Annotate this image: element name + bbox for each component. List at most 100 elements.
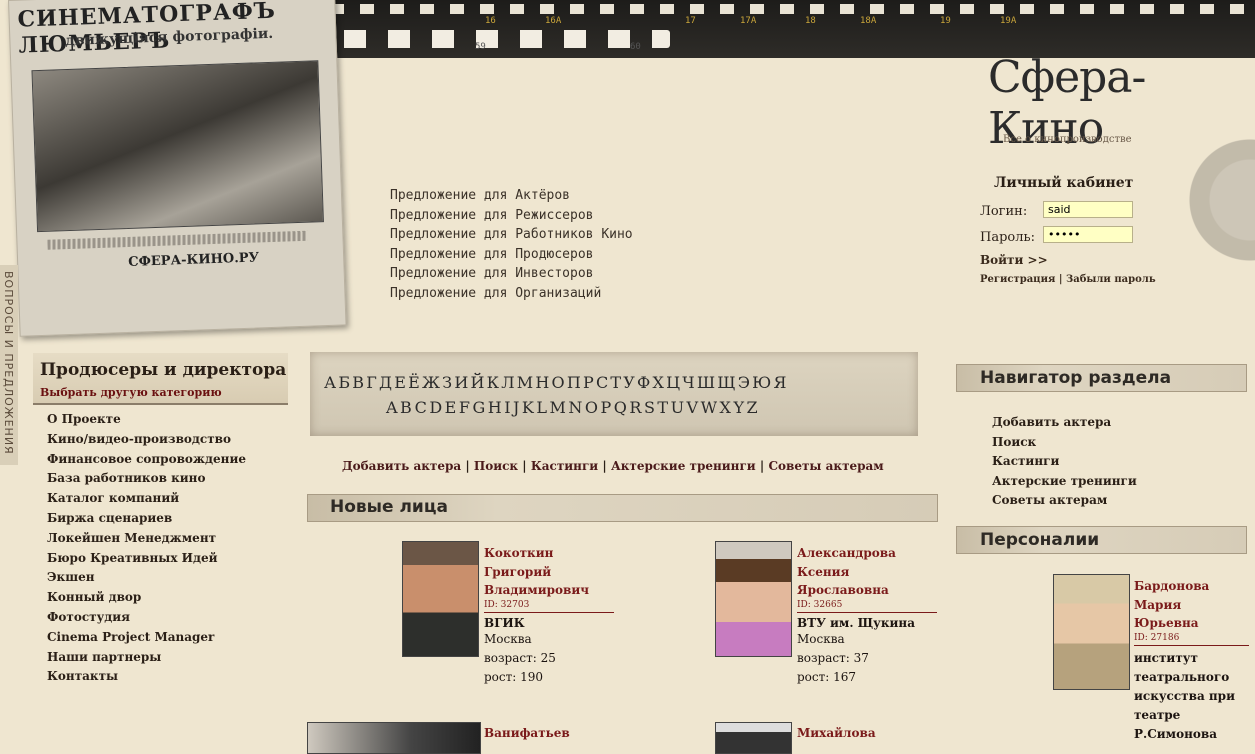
sub-nav-castings[interactable]: Кастинги — [531, 459, 598, 473]
left-menu-item[interactable]: Экшен — [47, 568, 246, 588]
offer-link-producers[interactable]: Предложение для Продюсеров — [390, 245, 633, 265]
actor-age: возраст: 37 — [797, 650, 869, 665]
site-tagline: Все о кинопроизводстве — [1003, 134, 1132, 145]
actor-id: ID: 32665 — [797, 600, 937, 613]
frame-number: 59 — [475, 42, 486, 52]
frame-number: 17A — [740, 16, 757, 26]
left-menu: О Проекте Кино/видео-производство Финанс… — [47, 410, 246, 687]
offers-list: Предложение для Актёров Предложение для … — [390, 186, 633, 303]
password-label: Пароль: — [980, 230, 1035, 245]
actor-name[interactable]: Ванифатьев — [484, 724, 570, 743]
left-menu-item[interactable]: Cinema Project Manager — [47, 628, 246, 648]
actor-height: рост: 167 — [797, 669, 857, 684]
actor-age: возраст: 25 — [484, 650, 556, 665]
actor-photo[interactable] — [307, 722, 481, 754]
sub-nav-search[interactable]: Поиск — [474, 459, 518, 473]
register-separator: | — [1055, 274, 1066, 285]
actor-card: Александрова Ксения Ярославовна ID: 32665 … — [797, 544, 937, 687]
actor-name[interactable]: Александрова Ксения Ярославовна — [797, 544, 937, 600]
navigator-item[interactable]: Кастинги — [992, 452, 1137, 472]
navigator-item[interactable]: Советы актерам — [992, 491, 1137, 511]
navigator-item[interactable]: Поиск — [992, 433, 1137, 453]
person-id: ID: 27186 — [1134, 633, 1249, 646]
film-perforations-top — [300, 4, 1255, 14]
person-card: Бардонова Мария Юрьевна ID: 27186 институт… — [1134, 577, 1249, 744]
login-label: Логин: — [980, 204, 1028, 219]
actor-id: ID: 32703 — [484, 600, 614, 613]
left-menu-item[interactable]: Финансовое сопровождение — [47, 450, 246, 470]
frame-number: 16 — [485, 16, 496, 26]
newspaper-text-line — [47, 230, 308, 250]
person-school: институт театрального искусства при театре Р… — [1134, 650, 1235, 741]
feedback-side-tab[interactable]: ВОПРОСЫ И ПРЕДЛОЖЕНИЯ — [0, 265, 18, 465]
sub-nav-separator: | — [518, 459, 531, 473]
left-menu-item[interactable]: База работников кино — [47, 469, 246, 489]
register-link[interactable]: Регистрация — [980, 274, 1055, 285]
person-photo[interactable] — [1053, 574, 1130, 690]
category-title: Продюсеры и директора — [40, 360, 287, 380]
train-photo — [31, 60, 324, 233]
frame-number: 16A — [545, 16, 562, 26]
sub-nav-separator: | — [755, 459, 769, 473]
frame-number: 17 — [685, 16, 696, 26]
sub-nav-trainings[interactable]: Актерские тренинги — [611, 459, 756, 473]
navigator-item[interactable]: Добавить актера — [992, 413, 1137, 433]
actor-school: ВГИК — [484, 615, 525, 630]
film-strip-decoration: 59 60 16 16A 17 17A 18 18A 19 19A — [300, 0, 1255, 58]
person-name[interactable]: Бардонова Мария Юрьевна — [1134, 577, 1249, 633]
offer-link-actors[interactable]: Предложение для Актёров — [390, 186, 633, 206]
left-menu-item[interactable]: Локейшен Менеджмент — [47, 529, 246, 549]
password-input[interactable] — [1043, 226, 1133, 243]
sub-nav-add-actor[interactable]: Добавить актера — [342, 459, 461, 473]
alphabet-latin[interactable]: ABCDEFGHIJKLMNOPQRSTUVWXYZ — [386, 398, 760, 417]
offer-link-investors[interactable]: Предложение для Инвесторов — [390, 264, 633, 284]
enter-button[interactable]: Войти >> — [980, 253, 1048, 267]
change-category-link[interactable]: Выбрать другую категорию — [40, 386, 222, 399]
actor-photo[interactable] — [402, 541, 479, 657]
sub-nav-advice[interactable]: Советы актерам — [768, 459, 883, 473]
actor-city: Москва — [797, 631, 845, 646]
alphabet-box — [310, 352, 918, 436]
left-menu-item[interactable]: Конный двор — [47, 588, 246, 608]
actor-sub-nav: Добавить актера | Поиск | Кастинги | Акт… — [342, 459, 884, 473]
actor-city: Москва — [484, 631, 532, 646]
left-menu-item[interactable]: О Проекте — [47, 410, 246, 430]
navigator-item[interactable]: Актерские тренинги — [992, 472, 1137, 492]
section-navigator: Добавить актера Поиск Кастинги Актерские… — [992, 413, 1137, 511]
left-menu-item[interactable]: Наши партнеры — [47, 648, 246, 668]
sub-nav-separator: | — [461, 459, 474, 473]
actor-photo[interactable] — [715, 722, 792, 754]
newspaper-brand: СФЕРА-КИНО.РУ — [127, 250, 260, 270]
actor-school: ВТУ им. Щукина — [797, 615, 915, 630]
left-menu-item[interactable]: Фотостудия — [47, 608, 246, 628]
register-links: Регистрация | Забыли пароль — [980, 274, 1156, 285]
left-menu-item[interactable]: Контакты — [47, 667, 246, 687]
left-menu-item[interactable]: Биржа сценариев — [47, 509, 246, 529]
actor-height: рост: 190 — [484, 669, 544, 684]
newspaper-header-image: СИНЕМАТОГРАФЪ ЛЮМЬЕРЪ движущіяся фотогра… — [8, 0, 347, 337]
offer-link-directors[interactable]: Предложение для Режиссеров — [390, 206, 633, 226]
actor-name[interactable]: Михайлова — [797, 724, 876, 743]
offer-link-organizations[interactable]: Предложение для Организаций — [390, 284, 633, 304]
feedback-side-tab-label: ВОПРОСЫ И ПРЕДЛОЖЕНИЯ — [2, 271, 15, 455]
actor-card: Кокоткин Григорий Владимирович ID: 32703 В… — [484, 544, 614, 687]
frame-number: 60 — [630, 42, 641, 52]
offer-link-film-workers[interactable]: Предложение для Работников Кино — [390, 225, 633, 245]
login-input[interactable] — [1043, 201, 1133, 218]
personal-cabinet-title: Личный кабинет — [994, 175, 1134, 191]
frame-number: 18A — [860, 16, 877, 26]
navigator-title: Навигатор раздела — [980, 368, 1172, 388]
frame-number: 19A — [1000, 16, 1017, 26]
left-menu-item[interactable]: Каталог компаний — [47, 489, 246, 509]
forgot-password-link[interactable]: Забыли пароль — [1066, 274, 1156, 285]
actor-name[interactable]: Кокоткин Григорий Владимирович — [484, 544, 614, 600]
left-menu-item[interactable]: Бюро Креативных Идей — [47, 549, 246, 569]
alphabet-russian[interactable]: АБВГДЕЁЖЗИЙКЛМНОПРСТУФХЦЧШЩЭЮЯ — [324, 373, 789, 392]
sub-nav-separator: | — [598, 459, 611, 473]
personalia-title: Персоналии — [980, 530, 1100, 550]
frame-number: 19 — [940, 16, 951, 26]
frame-number: 18 — [805, 16, 816, 26]
actor-photo[interactable] — [715, 541, 792, 657]
new-faces-title: Новые лица — [330, 497, 448, 517]
left-menu-item[interactable]: Кино/видео-производство — [47, 430, 246, 450]
